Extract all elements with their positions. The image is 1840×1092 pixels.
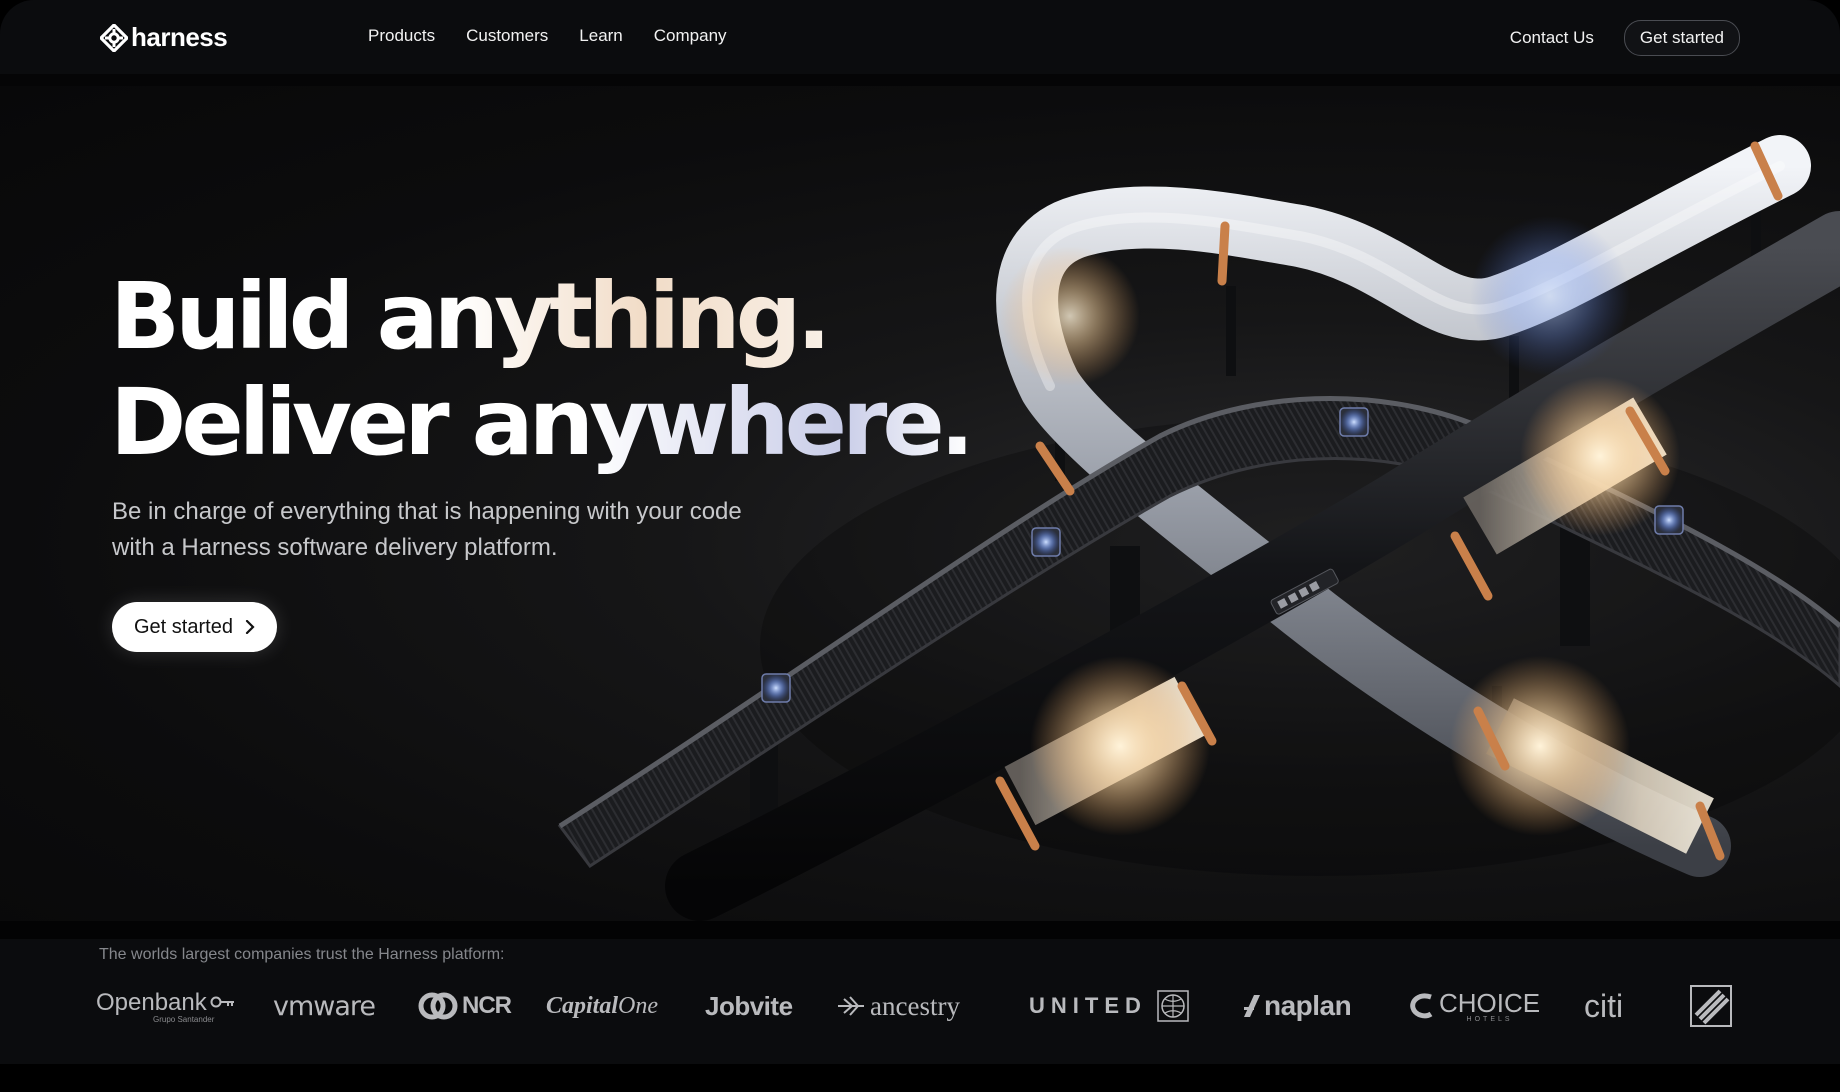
page-bottom-bar bbox=[0, 1064, 1840, 1092]
logo-citi: citi bbox=[1584, 981, 1623, 1031]
logo-choice-hotels: CHOICE HOTELS bbox=[1409, 981, 1540, 1031]
logo-choice-text: CHOICE bbox=[1439, 987, 1541, 1018]
logo-united: UNITED bbox=[1029, 981, 1189, 1031]
trust-section: The worlds largest companies trust the H… bbox=[0, 939, 1840, 1064]
trust-divider bbox=[0, 921, 1840, 939]
logo-openbank-sub: Grupo Santander bbox=[153, 1014, 215, 1024]
logo-ncr: NCR bbox=[418, 981, 512, 1031]
trust-caption: The worlds largest companies trust the H… bbox=[99, 946, 505, 963]
top-navigation: harness Products Customers Learn Company… bbox=[0, 0, 1840, 74]
page-frame: harness Products Customers Learn Company… bbox=[0, 0, 1840, 1092]
ncr-mark-icon bbox=[418, 992, 458, 1020]
logo-jobvite-text: Jobvite bbox=[705, 990, 793, 1021]
subtitle-line-1: Be in charge of everything that is happe… bbox=[112, 498, 742, 525]
logo-capital-text: Capital bbox=[546, 992, 619, 1019]
nav-divider bbox=[0, 74, 1840, 86]
harness-logo[interactable]: harness bbox=[100, 22, 228, 53]
logo-capital-one: Capital One bbox=[546, 981, 658, 1031]
brand-name: harness bbox=[131, 22, 228, 52]
globe-icon bbox=[1157, 990, 1189, 1022]
main-menu: Products Customers Learn Company bbox=[368, 26, 727, 46]
contact-us-link[interactable]: Contact Us bbox=[1510, 28, 1594, 48]
hero-cta-label: Get started bbox=[134, 615, 233, 638]
menu-item-customers[interactable]: Customers bbox=[466, 26, 548, 46]
nav-get-started-button[interactable]: Get started bbox=[1623, 20, 1740, 56]
logo-jobvite: Jobvite bbox=[705, 981, 793, 1031]
logo-ancestry-text: ancestry bbox=[870, 990, 960, 1021]
logo-ncr-text: NCR bbox=[462, 992, 512, 1019]
logo-openbank-text: Openbank bbox=[96, 988, 207, 1016]
logo-choice-sub: HOTELS bbox=[1466, 1015, 1513, 1023]
logo-one-text: One bbox=[618, 992, 658, 1019]
menu-item-products[interactable]: Products bbox=[368, 26, 435, 46]
hero-get-started-button[interactable]: Get started bbox=[112, 602, 277, 652]
home-depot-icon bbox=[1690, 985, 1732, 1027]
customer-logos: Openbank Grupo Santander vmware NCR Capi… bbox=[96, 981, 1736, 1031]
logo-citi-text: citi bbox=[1584, 987, 1624, 1024]
chevron-right-icon bbox=[245, 620, 255, 634]
hero-subtitle: Be in charge of everything that is happe… bbox=[112, 494, 832, 566]
subtitle-line-2: with a Harness software delivery platfor… bbox=[112, 534, 558, 561]
logo-ancestry: ancestry bbox=[836, 981, 960, 1031]
menu-item-company[interactable]: Company bbox=[654, 26, 727, 46]
hero-section: Build anything. Deliver anywhere. Be in … bbox=[0, 86, 1840, 921]
logo-vmware-text: vmware bbox=[273, 990, 376, 1022]
nav-actions: Contact Us Get started bbox=[1510, 20, 1740, 56]
leaf-icon bbox=[838, 996, 864, 1016]
key-icon bbox=[210, 996, 234, 1007]
logo-anaplan-text: naplan bbox=[1264, 990, 1352, 1021]
headline-line-2: Deliver anywhere. bbox=[110, 369, 975, 476]
headline-line-1: Build anything. bbox=[110, 264, 970, 370]
anaplan-a-icon bbox=[1244, 995, 1260, 1017]
logo-united-text: UNITED bbox=[1029, 993, 1147, 1018]
hero-headline: Build anything. Deliver anywhere. bbox=[110, 264, 975, 476]
choice-c-icon bbox=[1410, 993, 1433, 1019]
menu-item-learn[interactable]: Learn bbox=[579, 26, 622, 46]
logo-openbank: Openbank Grupo Santander bbox=[96, 981, 236, 1031]
logo-vmware: vmware bbox=[273, 981, 376, 1031]
logo-home-depot bbox=[1690, 981, 1732, 1031]
logo-anaplan: naplan bbox=[1242, 981, 1352, 1031]
harness-logo-icon bbox=[100, 23, 128, 52]
